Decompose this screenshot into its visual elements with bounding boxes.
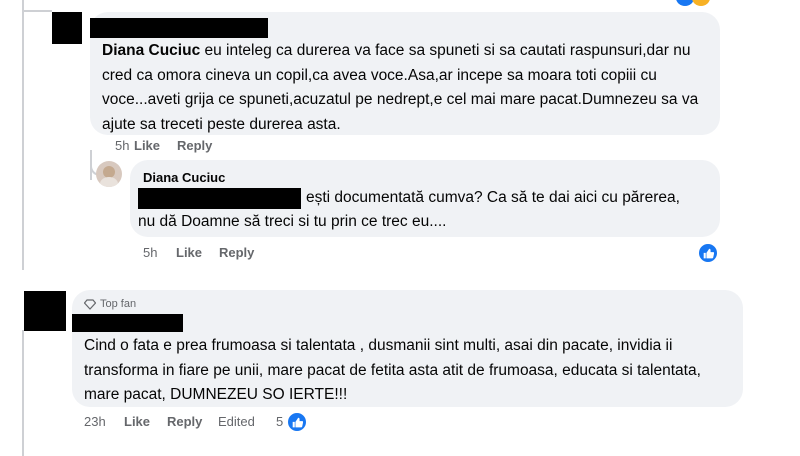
top-fan-label: Top fan (100, 298, 137, 310)
reply-author[interactable]: Diana Cuciuc (143, 170, 225, 185)
reaction-count[interactable]: 5 (276, 414, 283, 429)
comment-time[interactable]: 23h (84, 414, 106, 429)
comment-text: Diana Cuciuc eu inteleg ca durerea va fa… (102, 39, 712, 137)
top-fan-badge: Top fan (84, 298, 136, 310)
diamond-icon (84, 298, 96, 310)
like-icon (676, 0, 694, 6)
like-reaction-icon[interactable] (286, 411, 308, 433)
thread-line-bottom (22, 330, 24, 456)
reply-line-2: nu dă Doamne să treci si tu prin ce trec… (138, 213, 447, 230)
redacted-name (90, 18, 268, 38)
like-button[interactable]: Like (124, 414, 150, 429)
redacted-mention (138, 188, 301, 209)
like-reaction-icon[interactable] (697, 242, 719, 264)
comment-time[interactable]: 5h (115, 138, 129, 153)
comment-author[interactable]: Diana Cuciuc (102, 42, 200, 59)
reply-button[interactable]: Reply (219, 245, 254, 260)
edited-label: Edited (218, 414, 255, 429)
thread-line (22, 0, 24, 270)
reply-time[interactable]: 5h (143, 245, 157, 260)
like-button[interactable]: Like (176, 245, 202, 260)
avatar-redacted[interactable] (24, 291, 66, 331)
reaction-icons-top (676, 0, 720, 6)
haha-icon (692, 0, 710, 6)
avatar[interactable] (96, 161, 122, 187)
like-icon (703, 248, 714, 258)
like-button[interactable]: Like (134, 138, 160, 153)
reply-line-1: ești documentată cumva? Ca să te dai aic… (306, 189, 680, 206)
comment-body: Cind o fata e prea frumoasa si talentata… (84, 337, 701, 403)
reply-button[interactable]: Reply (167, 414, 202, 429)
thread-line-branch (22, 10, 52, 12)
like-icon (292, 417, 303, 427)
avatar-redacted[interactable] (52, 12, 82, 44)
reply-button[interactable]: Reply (177, 138, 212, 153)
redacted-name (72, 314, 183, 332)
